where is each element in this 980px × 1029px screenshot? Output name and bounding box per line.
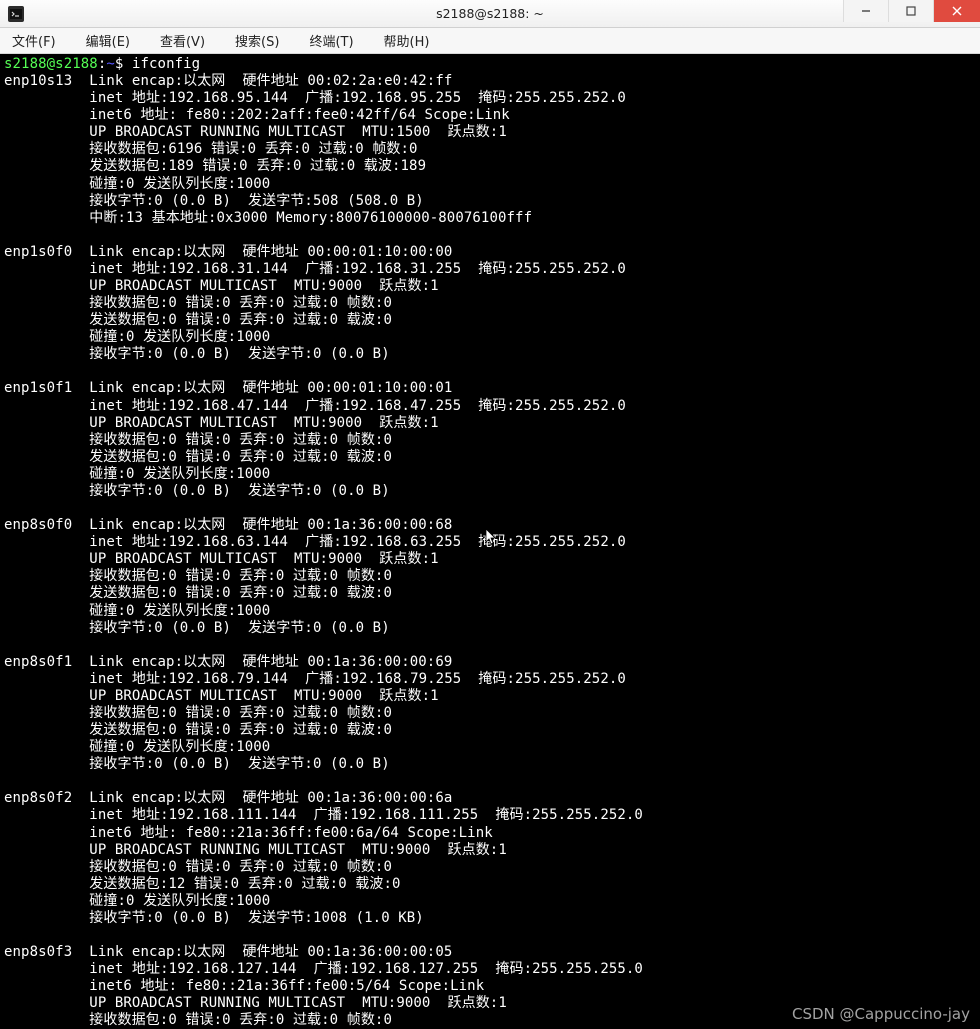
output-line: inet 地址:192.168.127.144 广播:192.168.127.2… xyxy=(4,961,643,977)
output-line: 发送数据包:189 错误:0 丢弃:0 过载:0 载波:189 xyxy=(4,158,426,174)
output-line: enp1s0f0 Link encap:以太网 硬件地址 00:00:01:10… xyxy=(4,244,469,260)
terminal-app-icon xyxy=(8,6,24,22)
output-line: inet 地址:192.168.111.144 广播:192.168.111.2… xyxy=(4,807,643,823)
output-line: enp8s0f2 Link encap:以太网 硬件地址 00:1a:36:00… xyxy=(4,790,469,806)
output-line: 接收数据包:0 错误:0 丢弃:0 过载:0 帧数:0 xyxy=(4,295,392,311)
close-button[interactable] xyxy=(933,0,980,22)
output-line: 接收数据包:6196 错误:0 丢弃:0 过载:0 帧数:0 xyxy=(4,141,418,157)
menu-terminal[interactable]: 终端(T) xyxy=(303,29,359,52)
prompt-dollar: $ xyxy=(115,56,132,72)
output-line: UP BROADCAST MULTICAST MTU:9000 跃点数:1 xyxy=(4,551,439,567)
output-line: 接收数据包:0 错误:0 丢弃:0 过载:0 帧数:0 xyxy=(4,859,392,875)
output-line: inet 地址:192.168.95.144 广播:192.168.95.255… xyxy=(4,90,626,106)
output-line: 接收字节:0 (0.0 B) 发送字节:1008 (1.0 KB) xyxy=(4,910,424,926)
prompt-userhost: s2188@s2188 xyxy=(4,56,98,72)
menu-view[interactable]: 查看(V) xyxy=(154,29,211,52)
menu-file[interactable]: 文件(F) xyxy=(6,29,62,52)
output-line: UP BROADCAST MULTICAST MTU:9000 跃点数:1 xyxy=(4,688,439,704)
prompt-path: ~ xyxy=(106,56,115,72)
output-line: 碰撞:0 发送队列长度:1000 xyxy=(4,466,279,482)
output-line: enp8s0f3 Link encap:以太网 硬件地址 00:1a:36:00… xyxy=(4,944,469,960)
output-line: 发送数据包:0 错误:0 丢弃:0 过载:0 载波:0 xyxy=(4,449,392,465)
menu-search[interactable]: 搜索(S) xyxy=(229,29,285,52)
output-line: 接收字节:0 (0.0 B) 发送字节:0 (0.0 B) xyxy=(4,756,390,772)
titlebar: s2188@s2188: ~ xyxy=(0,0,980,28)
output-line: 碰撞:0 发送队列长度:1000 xyxy=(4,893,279,909)
output-line: 接收字节:0 (0.0 B) 发送字节:0 (0.0 B) xyxy=(4,346,390,362)
output-line: 碰撞:0 发送队列长度:1000 xyxy=(4,329,279,345)
output-line: UP BROADCAST RUNNING MULTICAST MTU:9000 … xyxy=(4,995,507,1011)
output-line: 碰撞:0 发送队列长度:1000 xyxy=(4,176,279,192)
output-line: enp8s0f0 Link encap:以太网 硬件地址 00:1a:36:00… xyxy=(4,517,469,533)
output-line: 接收数据包:0 错误:0 丢弃:0 过载:0 帧数:0 xyxy=(4,568,392,584)
output-line: 接收数据包:0 错误:0 丢弃:0 过载:0 帧数:0 xyxy=(4,432,392,448)
output-line: enp10s13 Link encap:以太网 硬件地址 00:02:2a:e0… xyxy=(4,73,469,89)
terminal-body[interactable]: s2188@s2188:~$ ifconfig enp10s13 Link en… xyxy=(0,54,980,1029)
output-line: UP BROADCAST MULTICAST MTU:9000 跃点数:1 xyxy=(4,278,439,294)
output-line: inet6 地址: fe80::21a:36ff:fe00:6a/64 Scop… xyxy=(4,825,493,841)
output-line: 碰撞:0 发送队列长度:1000 xyxy=(4,603,279,619)
output-line: 中断:13 基本地址:0x3000 Memory:80076100000-800… xyxy=(4,210,541,226)
output-line: 接收数据包:0 错误:0 丢弃:0 过载:0 帧数:0 xyxy=(4,705,392,721)
window-controls xyxy=(843,0,980,27)
maximize-button[interactable] xyxy=(888,0,933,22)
output-line: UP BROADCAST RUNNING MULTICAST MTU:9000 … xyxy=(4,842,507,858)
output-line: enp8s0f1 Link encap:以太网 硬件地址 00:1a:36:00… xyxy=(4,654,469,670)
output-line: inet6 地址: fe80::21a:36ff:fe00:5/64 Scope… xyxy=(4,978,484,994)
output-line: 发送数据包:0 错误:0 丢弃:0 过载:0 载波:0 xyxy=(4,312,392,328)
output-line: inet6 地址: fe80::202:2aff:fee0:42ff/64 Sc… xyxy=(4,107,510,123)
menu-edit[interactable]: 编辑(E) xyxy=(80,29,136,52)
output-line: UP BROADCAST RUNNING MULTICAST MTU:1500 … xyxy=(4,124,507,140)
output-line: 接收数据包:0 错误:0 丢弃:0 过载:0 帧数:0 xyxy=(4,1012,392,1028)
output-line: inet 地址:192.168.47.144 广播:192.168.47.255… xyxy=(4,398,626,414)
output-line: 接收字节:0 (0.0 B) 发送字节:0 (0.0 B) xyxy=(4,483,390,499)
menubar: 文件(F) 编辑(E) 查看(V) 搜索(S) 终端(T) 帮助(H) xyxy=(0,28,980,54)
output-line: 发送数据包:12 错误:0 丢弃:0 过载:0 载波:0 xyxy=(4,876,401,892)
window-title: s2188@s2188: ~ xyxy=(436,6,544,21)
output-line: 接收字节:0 (0.0 B) 发送字节:0 (0.0 B) xyxy=(4,620,390,636)
output-line: 碰撞:0 发送队列长度:1000 xyxy=(4,739,279,755)
menu-help[interactable]: 帮助(H) xyxy=(378,29,436,52)
output-line: UP BROADCAST MULTICAST MTU:9000 跃点数:1 xyxy=(4,415,439,431)
output-line: inet 地址:192.168.31.144 广播:192.168.31.255… xyxy=(4,261,626,277)
output-line: 接收字节:0 (0.0 B) 发送字节:508 (508.0 B) xyxy=(4,193,424,209)
output-line: inet 地址:192.168.63.144 广播:192.168.63.255… xyxy=(4,534,626,550)
command-text: ifconfig xyxy=(132,56,200,72)
output-line: inet 地址:192.168.79.144 广播:192.168.79.255… xyxy=(4,671,626,687)
minimize-button[interactable] xyxy=(843,0,888,22)
output-line: 发送数据包:0 错误:0 丢弃:0 过载:0 载波:0 xyxy=(4,585,392,601)
output-line: enp1s0f1 Link encap:以太网 硬件地址 00:00:01:10… xyxy=(4,380,469,396)
output-line: 发送数据包:0 错误:0 丢弃:0 过载:0 载波:0 xyxy=(4,722,392,738)
